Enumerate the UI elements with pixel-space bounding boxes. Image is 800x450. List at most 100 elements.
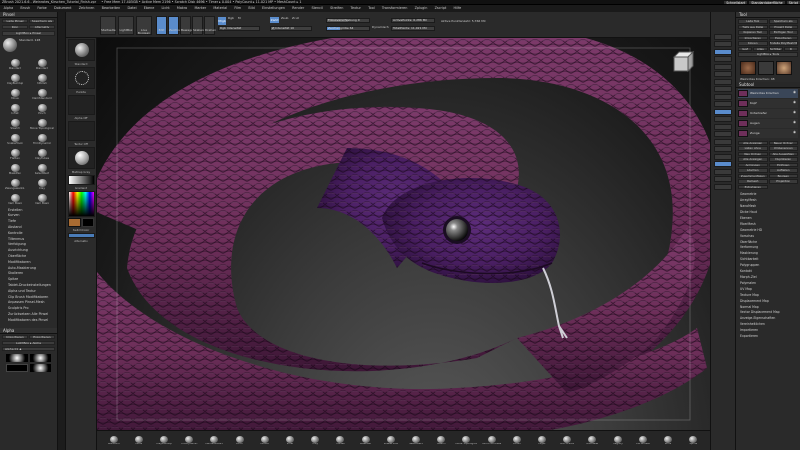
menu-item-10[interactable]: Marker	[191, 5, 210, 12]
brush-tile[interactable]: ClayTubes	[30, 146, 54, 160]
move-mode-button[interactable]: Bewegen	[180, 16, 195, 35]
menu-item-17[interactable]: Streifen	[327, 5, 347, 12]
subtool-op-button[interactable]: Neu Ordnen	[738, 151, 768, 157]
shelf-brush[interactable]: Knife	[658, 435, 678, 446]
tool-button[interactable]: Erstelle PolyMesh3D	[768, 41, 798, 46]
subtool-op-button[interactable]: Alle Auswählen	[768, 151, 798, 157]
menu-item-5[interactable]: Bearbeiten	[98, 5, 124, 12]
subtool-row[interactable]: Weinrotes Kirschen ◉	[738, 88, 798, 98]
subtool-op-button[interactable]: Umbenennen	[768, 146, 798, 151]
subtool-op-button[interactable]: Listen ohne	[738, 146, 768, 151]
menu-item-22[interactable]: Zscript	[431, 5, 450, 12]
aahalf-button[interactable]	[714, 71, 732, 77]
brush-tile[interactable]: Zwangswerkz.	[3, 176, 27, 190]
menu-item-6[interactable]: Datei	[124, 5, 140, 12]
menu-item-21[interactable]: Zplugin	[411, 5, 431, 12]
shelf-brush[interactable]: Slash3	[431, 435, 451, 446]
tool-button[interactable]: Kopieren Tool	[738, 30, 768, 35]
live-boolean-button[interactable]: Live Boolean	[136, 16, 152, 35]
tool-button[interactable]: Projekt Datei	[768, 24, 798, 29]
brush-tile[interactable]: MaskPen	[3, 161, 27, 175]
alpha-thumbnail[interactable]	[29, 354, 51, 363]
subtool-row[interactable]: Kopf ◉	[738, 98, 798, 108]
gradient-slot[interactable]	[68, 175, 95, 185]
script-link[interactable]: Skript	[786, 0, 800, 4]
menu-item-20[interactable]: Transformieren	[378, 5, 411, 12]
shelf-brush[interactable]: Standard	[104, 435, 124, 446]
move-button[interactable]	[714, 138, 732, 145]
export-alpha-button[interactable]: Exportieren	[29, 334, 55, 339]
scroll-button[interactable]	[714, 48, 732, 55]
shelf-brush[interactable]: Layer	[532, 435, 552, 446]
zcut-button[interactable]: Zcut	[292, 16, 299, 20]
tool-button[interactable]: R	[783, 46, 798, 51]
subtool-row[interactable]: Augen ◉	[738, 118, 798, 128]
canvas-viewport[interactable]	[97, 38, 710, 440]
brush-tile[interactable]: hPolish	[30, 71, 54, 85]
tool-button[interactable]: Speichern als	[768, 19, 798, 24]
shelf-brush[interactable]: Move Topological	[455, 435, 477, 446]
shelf-brush[interactable]: Inflat	[280, 435, 300, 446]
subtool-op-button[interactable]: Boolean	[768, 173, 798, 179]
floor-button[interactable]	[714, 86, 732, 92]
spix-button[interactable]	[714, 41, 732, 47]
load-brush-button[interactable]: Lade Pinsel	[2, 19, 28, 24]
brush-tile[interactable]: SnakeHook	[3, 131, 27, 145]
shelf-brush[interactable]: SnakeHook	[381, 435, 401, 446]
tool-button[interactable]: Importieren	[738, 35, 768, 40]
local-button[interactable]	[714, 93, 732, 100]
shelf-brush[interactable]: Polish	[507, 435, 527, 446]
subtool-op-button[interactable]: Löschen	[738, 168, 768, 173]
lightbox-button[interactable]: LightBox	[118, 16, 134, 35]
menu-item-1[interactable]: Brush	[17, 5, 34, 12]
main-color-swatch[interactable]	[68, 218, 81, 227]
tool-subpalette-item[interactable]: Exportieren	[736, 334, 800, 340]
lightbox-brush-button[interactable]: LightBox ▸ Pinsel	[2, 31, 55, 36]
polyf-button[interactable]	[714, 161, 732, 167]
menu-item-16[interactable]: Stencil	[308, 5, 327, 12]
actual-button[interactable]	[714, 63, 732, 70]
focal-shift-slider[interactable]: Fokusverschiebung 0	[326, 18, 370, 23]
brush-tile[interactable]: Move Topological	[30, 116, 54, 130]
m-button[interactable]: M	[238, 16, 241, 20]
rgb-intensity-slider[interactable]: Rgb Intensität	[218, 26, 260, 31]
secondary-color-swatch[interactable]	[81, 218, 94, 227]
dynamic-toggle[interactable]: Dynamisch	[372, 25, 389, 29]
visibility-eye-icon[interactable]: ◉	[793, 121, 798, 125]
import-alpha-button[interactable]: Importieren	[2, 334, 28, 339]
switch-color-label[interactable]: SwitchColor	[66, 228, 96, 232]
shelf-brush[interactable]: Flatten	[330, 435, 350, 446]
texture-slot[interactable]	[68, 121, 95, 141]
shelf-brush[interactable]: DamStandard	[204, 435, 224, 446]
tool-button[interactable]: Alles	[753, 46, 768, 51]
shelf-brush[interactable]: Orb Cracks	[557, 435, 577, 446]
tool-button[interactable]: Einfügen Tool	[768, 30, 798, 35]
menu-item-18[interactable]: Textur	[347, 5, 365, 12]
menu-item-19[interactable]: Tool	[365, 5, 379, 12]
brush-tile[interactable]: Clay	[30, 176, 54, 190]
subtool-op-button[interactable]: Projektion	[768, 179, 798, 184]
shelf-brush[interactable]: CurveTube	[633, 435, 653, 446]
quickstart-link[interactable]: Schnellstart	[724, 0, 748, 4]
menu-item-2[interactable]: Farbe	[34, 5, 51, 12]
lightbox-alpha-button[interactable]: LightBox ▸ Alpha	[2, 340, 55, 345]
scale-mode-button[interactable]: Skalieren	[192, 16, 207, 35]
shelf-brush[interactable]: ClayBuildup	[154, 435, 174, 446]
frame-button[interactable]	[714, 131, 732, 137]
subtool-op-button[interactable]: Remesh	[738, 179, 768, 184]
visibility-eye-icon[interactable]: ◉	[793, 111, 798, 115]
dynamic-persp-button[interactable]	[714, 78, 732, 85]
shelf-brush[interactable]: Spline	[683, 435, 703, 446]
shelf-brush[interactable]: Magnify	[608, 435, 628, 446]
brush-tile[interactable]: Standard	[30, 56, 54, 70]
visibility-eye-icon[interactable]: ◉	[793, 91, 798, 95]
zoom-button[interactable]	[714, 56, 732, 62]
alpha-thumbnail[interactable]	[29, 364, 51, 373]
tool-button[interactable]: Exportieren	[768, 35, 798, 40]
subtool-op-button[interactable]: Duplizieren	[768, 157, 798, 162]
draw-size-slider[interactable]: Zeichengröße 64	[326, 26, 370, 31]
clone-brush-button[interactable]: Klon	[2, 25, 28, 30]
menu-item-3[interactable]: Dokument	[50, 5, 75, 12]
subtool-op-button[interactable]: Alle Anzeigen	[738, 140, 768, 146]
menu-item-11[interactable]: Material	[210, 5, 231, 12]
